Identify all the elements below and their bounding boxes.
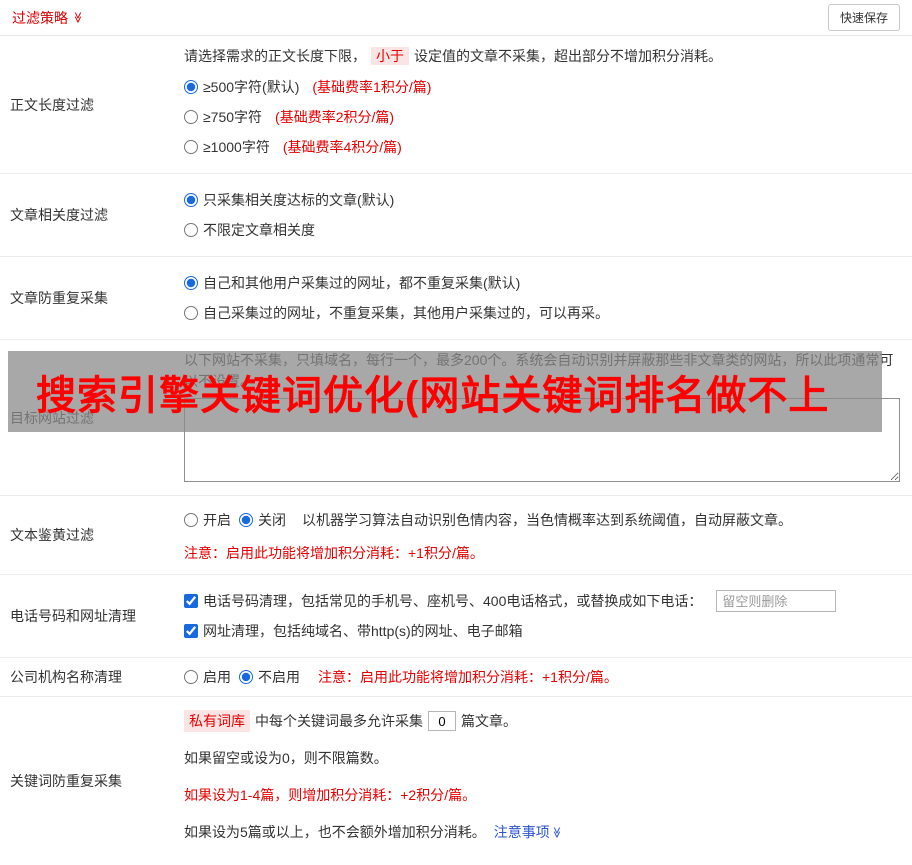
- phone-replacement-input[interactable]: [716, 590, 837, 612]
- intro-text-pre: 请选择需求的正文长度下限，: [184, 48, 366, 64]
- blacklist-textarea[interactable]: [184, 398, 900, 482]
- row-label-body-length: 正文长度过滤: [10, 96, 94, 113]
- option-label: ≥750字符: [203, 109, 263, 125]
- intro-highlight-less-than: 小于: [371, 47, 409, 65]
- option-label: 启用: [203, 669, 231, 685]
- option-label: 关闭: [258, 512, 286, 528]
- company-clean-warning: 注意：启用此功能将增加积分消耗：+1积分/篇。: [318, 669, 618, 685]
- option-dedup-self[interactable]: 自己采集过的网址，不重复采集，其他用户采集过的，可以再采。: [184, 303, 609, 323]
- option-label: 自己采集过的网址，不重复采集，其他用户采集过的，可以再采。: [203, 305, 609, 321]
- option-label: 不启用: [258, 669, 300, 685]
- notes-link[interactable]: 注意事项 ≫: [494, 822, 562, 842]
- fee-note: (基础费率1积分/篇): [312, 79, 432, 95]
- checkbox-phone-clean[interactable]: [184, 594, 198, 608]
- fee-note: (基础费率2积分/篇): [275, 109, 395, 125]
- radio-dedup-global[interactable]: [184, 276, 198, 290]
- option-label: 只采集相关度达标的文章(默认): [203, 192, 395, 208]
- row-relevance-filter: 文章相关度过滤 只采集相关度达标的文章(默认) 不限定文章相关度: [0, 174, 912, 257]
- option-label: 自己和其他用户采集过的网址，都不重复采集(默认): [203, 275, 521, 291]
- option-label: 开启: [203, 512, 231, 528]
- intro-text-post: 设定值的文章不采集，超出部分不增加积分消耗。: [414, 48, 722, 64]
- row-keyword-dedup: 关键词防重复采集 私有词库 中每个关键词最多允许采集 篇文章。 如果留空或设为0…: [0, 697, 912, 865]
- body-length-intro: 请选择需求的正文长度下限， 小于 设定值的文章不采集，超出部分不增加积分消耗。: [184, 46, 900, 67]
- keyword-note-5plus: 如果设为5篇或以上，也不会额外增加积分消耗。: [184, 824, 486, 840]
- option-label: 网址清理，包括纯域名、带http(s)的网址、电子邮箱: [203, 623, 523, 639]
- porn-filter-warning: 注意：启用此功能将增加积分消耗：+1积分/篇。: [184, 545, 484, 561]
- row-company-clean: 公司机构名称清理 启用 不启用 注意：启用此功能将增加积分消耗：+1积分/篇。: [0, 658, 912, 697]
- option-750-chars[interactable]: ≥750字符: [184, 107, 262, 127]
- row-site-blacklist: 目标网站过滤 以下网站不采集，只填域名，每行一个，最多200个。系统会自动识别并…: [0, 340, 912, 496]
- checkbox-url-clean[interactable]: [184, 624, 198, 638]
- radio-company-off[interactable]: [239, 670, 253, 684]
- row-label-dedup: 文章防重复采集: [10, 290, 108, 306]
- option-url-clean[interactable]: 网址清理，包括纯域名、带http(s)的网址、电子邮箱: [184, 621, 523, 641]
- option-label: 不限定文章相关度: [203, 222, 315, 238]
- row-body-length-filter: 正文长度过滤 请选择需求的正文长度下限， 小于 设定值的文章不采集，超出部分不增加积…: [0, 36, 912, 174]
- option-label: ≥1000字符: [203, 139, 270, 155]
- radio-dedup-self[interactable]: [184, 306, 198, 320]
- chevron-down-icon: ≫: [550, 826, 563, 838]
- radio-750-chars[interactable]: [184, 110, 198, 124]
- topbar: 过滤策略 ≫ 快速保存: [0, 0, 912, 36]
- keyword-limit-suffix: 篇文章。: [461, 713, 517, 729]
- row-label-company-clean: 公司机构名称清理: [10, 669, 122, 685]
- option-company-off[interactable]: 不启用: [239, 667, 300, 687]
- option-label: 电话号码清理，包括常见的手机号、座机号、400电话格式，或替换成如下电话：: [203, 593, 703, 609]
- option-label: ≥500字符(默认): [203, 79, 300, 95]
- option-porn-off[interactable]: 关闭: [239, 510, 286, 530]
- keyword-limit-input[interactable]: [428, 711, 456, 731]
- notes-link-label: 注意事项: [493, 824, 550, 840]
- page-title[interactable]: 过滤策略 ≫: [12, 8, 83, 28]
- keyword-note-1-4: 如果设为1-4篇，则增加积分消耗：+2积分/篇。: [184, 787, 477, 803]
- fee-note: (基础费率4积分/篇): [282, 139, 402, 155]
- option-phone-clean[interactable]: 电话号码清理，包括常见的手机号、座机号、400电话格式，或替换成如下电话：: [184, 591, 702, 611]
- blacklist-intro: 以下网站不采集，只填域名，每行一个，最多200个。系统会自动识别并屏蔽那些非文章…: [184, 352, 894, 389]
- private-lexicon-highlight: 私有词库: [184, 710, 250, 732]
- row-label-keyword-dedup: 关键词防重复采集: [10, 773, 122, 789]
- row-phone-url-clean: 电话号码和网址清理 电话号码清理，包括常见的手机号、座机号、400电话格式，或替…: [0, 575, 912, 658]
- row-label-phone-url: 电话号码和网址清理: [10, 608, 136, 624]
- radio-500-chars[interactable]: [184, 80, 198, 94]
- option-relevance-only[interactable]: 只采集相关度达标的文章(默认): [184, 190, 394, 210]
- option-1000-chars[interactable]: ≥1000字符: [184, 137, 270, 157]
- radio-1000-chars[interactable]: [184, 140, 198, 154]
- option-porn-on[interactable]: 开启: [184, 510, 231, 530]
- radio-porn-off[interactable]: [239, 513, 253, 527]
- radio-relevance-only[interactable]: [184, 193, 198, 207]
- row-label-porn-filter: 文本鉴黄过滤: [10, 527, 94, 543]
- radio-porn-on[interactable]: [184, 513, 198, 527]
- radio-relevance-any[interactable]: [184, 223, 198, 237]
- option-relevance-any[interactable]: 不限定文章相关度: [184, 220, 315, 240]
- page-title-text: 过滤策略: [12, 9, 68, 26]
- row-porn-filter: 文本鉴黄过滤 开启 关闭 以机器学习算法自动识别色情内容，当色情概率达到系统阈值…: [0, 496, 912, 575]
- row-dedup-collection: 文章防重复采集 自己和其他用户采集过的网址，都不重复采集(默认) 自己采集过的网…: [0, 257, 912, 340]
- option-company-on[interactable]: 启用: [184, 667, 231, 687]
- quick-save-button[interactable]: 快速保存: [827, 4, 900, 31]
- row-label-relevance: 文章相关度过滤: [10, 207, 108, 223]
- chevron-down-icon: ≫: [71, 11, 84, 24]
- row-label-site-blacklist: 目标网站过滤: [10, 409, 94, 426]
- porn-filter-description: 以机器学习算法自动识别色情内容，当色情概率达到系统阈值，自动屏蔽文章。: [302, 512, 792, 528]
- option-500-chars[interactable]: ≥500字符(默认): [184, 77, 299, 97]
- radio-company-on[interactable]: [184, 670, 198, 684]
- keyword-limit-text: 中每个关键词最多允许采集: [255, 713, 423, 729]
- option-dedup-global[interactable]: 自己和其他用户采集过的网址，都不重复采集(默认): [184, 273, 520, 293]
